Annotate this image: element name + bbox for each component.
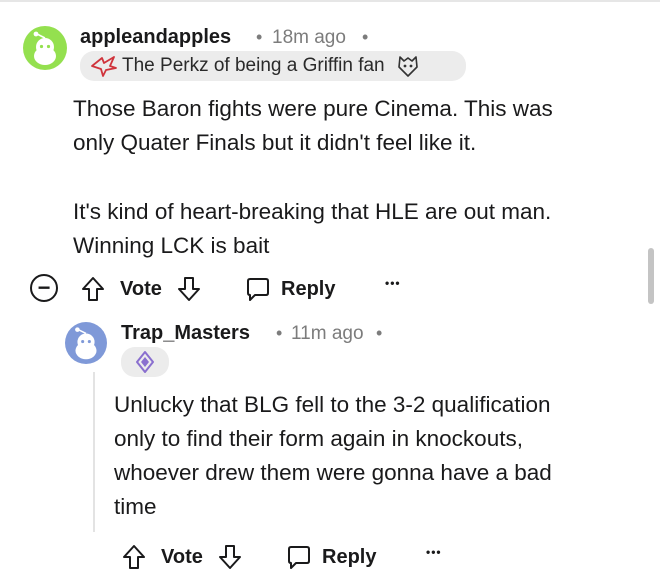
reply-label: Reply [322,545,377,568]
collapse-icon: − [37,275,51,300]
reply-label: Reply [281,277,336,300]
avatar[interactable] [65,322,107,364]
upvote-icon[interactable] [121,543,147,571]
comment-line: It's kind of heart-breaking that HLE are… [73,199,552,224]
comment-timestamp: 18m ago [272,27,346,48]
comment-line: Those Baron fights were pure Cinema. Thi… [73,96,553,121]
comment-body: Those Baron fights were pure Cinema. Thi… [73,92,643,263]
vote-label: Vote [161,545,203,568]
reply-line: Unlucky that BLG fell to the 3-2 qualifi… [114,392,551,417]
avatar[interactable] [23,26,67,70]
reply-line: whoever drew them were gonna have a bad [114,460,552,485]
meta-separator: • [276,323,283,343]
downvote-icon[interactable] [217,543,243,571]
snoo-avatar-icon [75,327,97,360]
comment-line: Winning LCK is bait [73,233,270,258]
user-flair: The Perkz of being a Griffin fan [80,51,466,81]
user-flair [121,347,169,377]
upvote-icon[interactable] [80,275,106,303]
comment-line: only Quater Finals but it didn't feel li… [73,130,477,155]
reply-bubble-icon [288,546,310,569]
thread-line[interactable] [93,372,95,532]
blg-flair-icon [136,351,154,373]
reply-username[interactable]: Trap_Masters [121,322,250,345]
top-divider [0,0,660,2]
flair-text: The Perkz of being a Griffin fan [122,55,385,76]
collapse-button[interactable]: − [30,274,58,302]
meta-separator: • [256,27,263,47]
vote-label: Vote [120,277,162,300]
more-icon[interactable]: ••• [426,545,442,559]
more-icon[interactable]: ••• [385,276,401,290]
vote-group: Vote [80,274,202,304]
meta-separator: • [362,27,369,47]
downvote-icon[interactable] [176,275,202,303]
meta-separator: • [376,323,383,343]
reply-body: Unlucky that BLG fell to the 3-2 qualifi… [114,388,634,524]
reply-timestamp: 11m ago [291,323,364,344]
reply-bubble-icon [247,278,269,301]
reply-button[interactable]: Reply [285,542,376,572]
snoo-avatar-icon [33,31,56,65]
reply-line: time [114,494,157,519]
reply-line: only to find their form again in knockou… [114,426,523,451]
vote-group: Vote [121,542,243,572]
reply-button[interactable]: Reply [244,274,335,304]
scrollbar[interactable] [648,248,654,304]
comment-username[interactable]: appleandapples [80,26,231,49]
g2-flair-icon [397,56,418,77]
griffin-flair-icon [91,56,117,77]
